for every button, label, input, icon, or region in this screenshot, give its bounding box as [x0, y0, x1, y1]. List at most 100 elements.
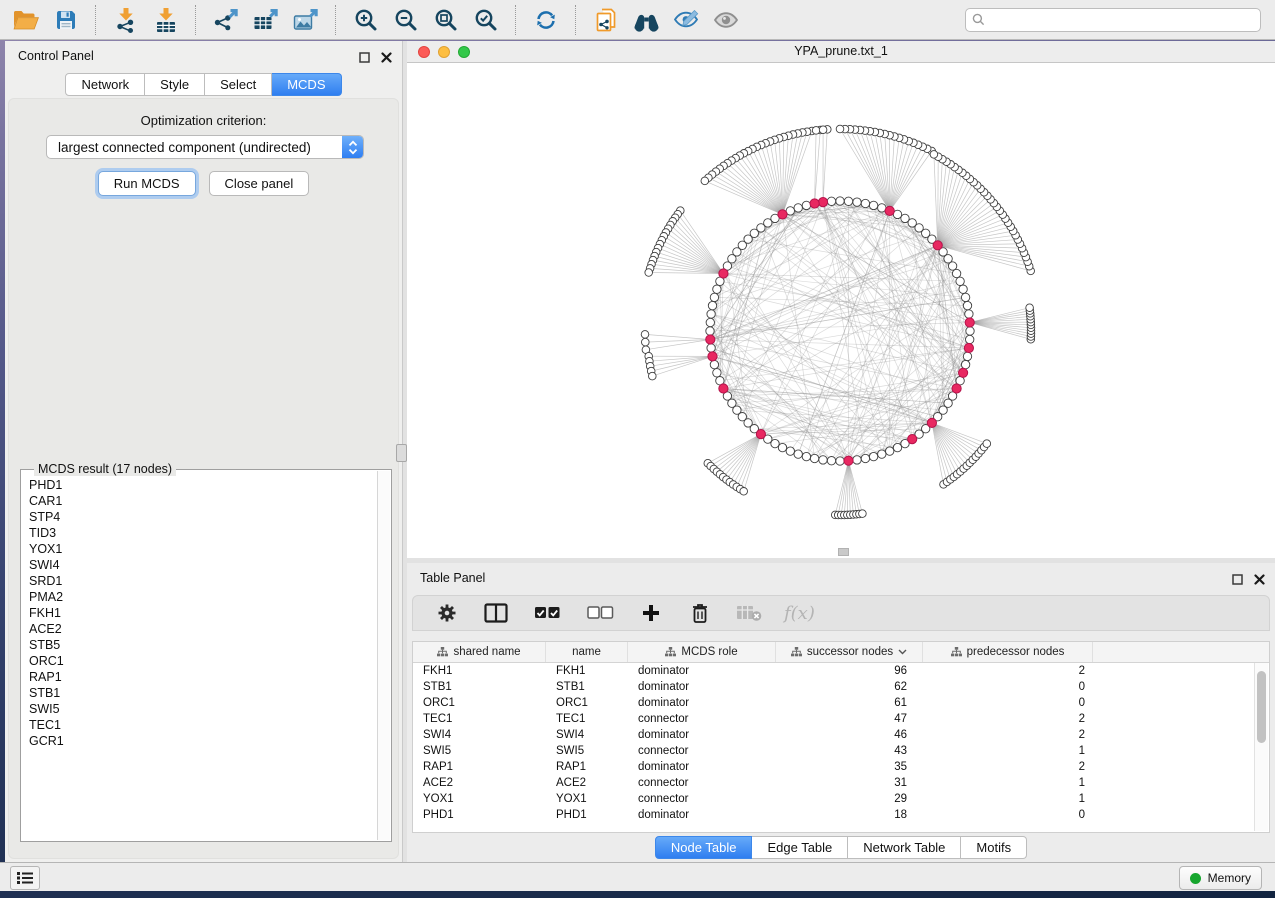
- column-header-mcds-role[interactable]: MCDS role: [628, 642, 776, 662]
- tab-network[interactable]: Network: [65, 73, 145, 96]
- cell-mcds-role[interactable]: dominator: [628, 679, 776, 695]
- tab-mcds[interactable]: MCDS: [272, 73, 341, 96]
- cell-mcds-role[interactable]: connector: [628, 775, 776, 791]
- cell-name[interactable]: RAP1: [546, 759, 628, 775]
- list-item[interactable]: SRD1: [29, 573, 377, 589]
- cell-successor-nodes[interactable]: 61: [776, 695, 923, 711]
- cell-successor-nodes[interactable]: 62: [776, 679, 923, 695]
- cell-predecessor-nodes[interactable]: 1: [923, 775, 1093, 791]
- list-item[interactable]: PMA2: [29, 589, 377, 605]
- run-mcds-button[interactable]: Run MCDS: [98, 171, 196, 196]
- table-row[interactable]: RAP1RAP1dominator352: [413, 759, 1269, 775]
- cell-mcds-role[interactable]: dominator: [628, 759, 776, 775]
- cell-predecessor-nodes[interactable]: 2: [923, 759, 1093, 775]
- list-item[interactable]: YOX1: [29, 541, 377, 557]
- cell-name[interactable]: YOX1: [546, 791, 628, 807]
- list-item[interactable]: STB1: [29, 685, 377, 701]
- column-header-successor-nodes[interactable]: successor nodes: [776, 642, 923, 662]
- show-all-button[interactable]: [706, 4, 746, 36]
- table-row[interactable]: SWI5SWI5connector431: [413, 743, 1269, 759]
- cell-predecessor-nodes[interactable]: 0: [923, 807, 1093, 823]
- cell-name[interactable]: STB1: [546, 679, 628, 695]
- cell-shared-name[interactable]: YOX1: [413, 791, 546, 807]
- cell-mcds-role[interactable]: dominator: [628, 695, 776, 711]
- task-history-button[interactable]: [10, 866, 40, 890]
- memory-button[interactable]: Memory: [1179, 866, 1262, 890]
- open-session-button[interactable]: [6, 4, 46, 36]
- table-scrollbar-thumb[interactable]: [1257, 671, 1266, 743]
- splitter-handle[interactable]: [396, 444, 407, 462]
- cell-predecessor-nodes[interactable]: 1: [923, 743, 1093, 759]
- list-item[interactable]: ACE2: [29, 621, 377, 637]
- tab-network-table[interactable]: Network Table: [848, 836, 961, 859]
- list-item[interactable]: FKH1: [29, 605, 377, 621]
- close-panel-button[interactable]: [381, 50, 392, 68]
- cell-successor-nodes[interactable]: 31: [776, 775, 923, 791]
- first-neighbors-button[interactable]: [626, 4, 666, 36]
- cell-successor-nodes[interactable]: 96: [776, 663, 923, 679]
- network-graph[interactable]: [407, 63, 1275, 558]
- close-panel-action-button[interactable]: Close panel: [209, 171, 310, 196]
- table-row[interactable]: PHD1PHD1dominator180: [413, 807, 1269, 823]
- search-input[interactable]: [965, 8, 1261, 32]
- list-item[interactable]: GCR1: [29, 733, 377, 749]
- cell-predecessor-nodes[interactable]: 2: [923, 663, 1093, 679]
- zoom-in-button[interactable]: [346, 4, 386, 36]
- cell-shared-name[interactable]: ORC1: [413, 695, 546, 711]
- function-builder-button[interactable]: f(x): [784, 603, 815, 624]
- canvas-hscroll-thumb[interactable]: [838, 548, 849, 556]
- list-item[interactable]: STB5: [29, 637, 377, 653]
- cell-shared-name[interactable]: RAP1: [413, 759, 546, 775]
- cell-predecessor-nodes[interactable]: 0: [923, 679, 1093, 695]
- list-scrollbar[interactable]: [377, 471, 390, 840]
- float-panel-button[interactable]: [359, 50, 370, 68]
- export-network-button[interactable]: [206, 4, 246, 36]
- column-header-predecessor-nodes[interactable]: predecessor nodes: [923, 642, 1093, 662]
- table-row[interactable]: FKH1FKH1dominator962: [413, 663, 1269, 679]
- import-network-button[interactable]: [106, 4, 146, 36]
- refresh-layout-button[interactable]: [526, 4, 566, 36]
- column-header-name[interactable]: name: [546, 642, 628, 662]
- close-panel-button[interactable]: [1254, 572, 1265, 590]
- tab-motifs[interactable]: Motifs: [961, 836, 1027, 859]
- cell-name[interactable]: TEC1: [546, 711, 628, 727]
- cell-name[interactable]: SWI4: [546, 727, 628, 743]
- show-columns-button[interactable]: [482, 599, 510, 627]
- hide-selected-button[interactable]: [666, 4, 706, 36]
- cell-successor-nodes[interactable]: 46: [776, 727, 923, 743]
- cell-shared-name[interactable]: SWI5: [413, 743, 546, 759]
- cell-predecessor-nodes[interactable]: 1: [923, 791, 1093, 807]
- list-item[interactable]: CAR1: [29, 493, 377, 509]
- cell-mcds-role[interactable]: connector: [628, 743, 776, 759]
- list-item[interactable]: SWI5: [29, 701, 377, 717]
- table-row[interactable]: YOX1YOX1connector291: [413, 791, 1269, 807]
- clone-network-button[interactable]: [586, 4, 626, 36]
- export-table-button[interactable]: [246, 4, 286, 36]
- cell-mcds-role[interactable]: connector: [628, 711, 776, 727]
- list-item[interactable]: RAP1: [29, 669, 377, 685]
- zoom-selected-button[interactable]: [466, 4, 506, 36]
- cell-predecessor-nodes[interactable]: 2: [923, 711, 1093, 727]
- cell-name[interactable]: PHD1: [546, 807, 628, 823]
- cell-successor-nodes[interactable]: 18: [776, 807, 923, 823]
- cell-name[interactable]: SWI5: [546, 743, 628, 759]
- cell-shared-name[interactable]: ACE2: [413, 775, 546, 791]
- cell-successor-nodes[interactable]: 43: [776, 743, 923, 759]
- list-item[interactable]: TID3: [29, 525, 377, 541]
- tab-node-table[interactable]: Node Table: [655, 836, 753, 859]
- list-item[interactable]: SWI4: [29, 557, 377, 573]
- delete-column-button[interactable]: [686, 599, 714, 627]
- cell-successor-nodes[interactable]: 47: [776, 711, 923, 727]
- unselect-all-columns-button[interactable]: [584, 599, 616, 627]
- table-row[interactable]: ACE2ACE2connector311: [413, 775, 1269, 791]
- list-item[interactable]: STP4: [29, 509, 377, 525]
- delete-table-button[interactable]: [735, 599, 763, 627]
- save-session-button[interactable]: [46, 4, 86, 36]
- cell-mcds-role[interactable]: dominator: [628, 663, 776, 679]
- tab-edge-table[interactable]: Edge Table: [752, 836, 848, 859]
- criterion-select[interactable]: largest connected component (undirected): [46, 135, 364, 159]
- list-item[interactable]: TEC1: [29, 717, 377, 733]
- cell-name[interactable]: ACE2: [546, 775, 628, 791]
- cell-shared-name[interactable]: SWI4: [413, 727, 546, 743]
- cell-mcds-role[interactable]: connector: [628, 791, 776, 807]
